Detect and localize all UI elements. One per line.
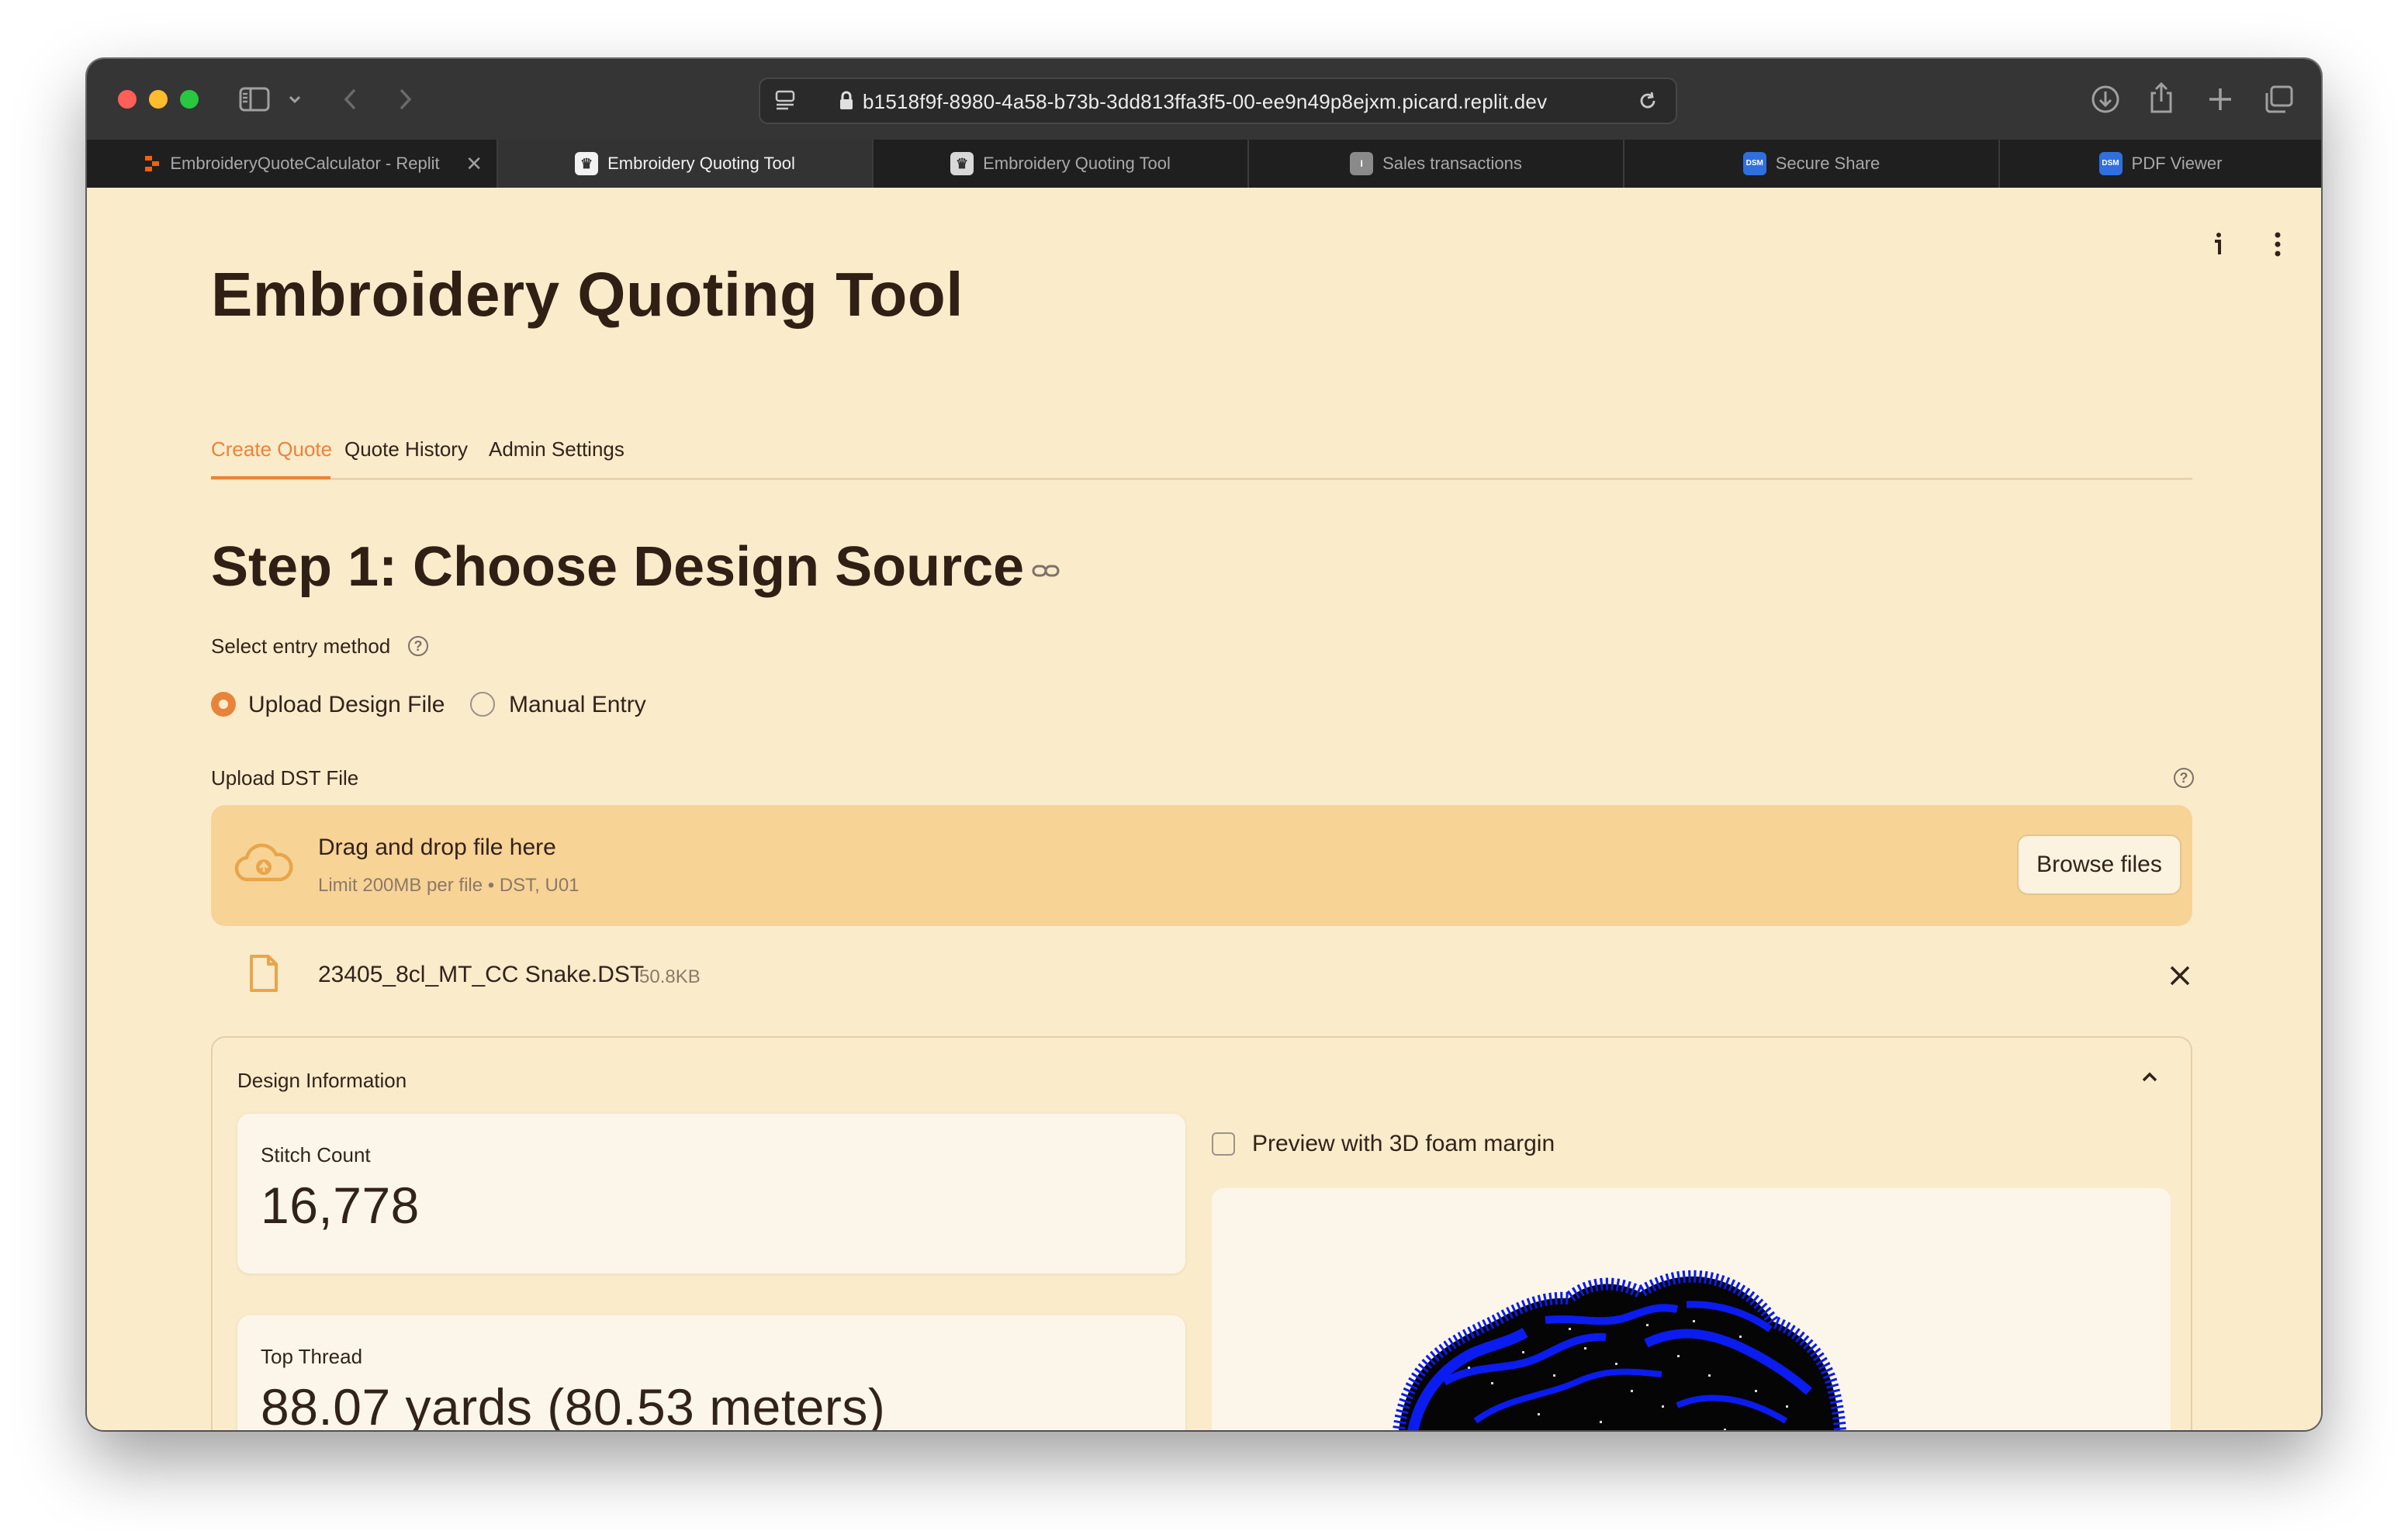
tab-admin-settings[interactable]: Admin Settings: [489, 437, 624, 461]
info-icon[interactable]: [2211, 231, 2226, 259]
top-thread-label: Top Thread: [261, 1345, 363, 1368]
radio-upload-design[interactable]: [211, 692, 236, 717]
tab-embroidery-active[interactable]: ♛ Embroidery Quoting Tool: [498, 140, 874, 188]
entry-method-label: Select entry method: [211, 634, 391, 658]
minimize-window-button[interactable]: [149, 90, 168, 109]
streamlit-crown-icon: ♛: [950, 152, 974, 175]
tab-quote-history[interactable]: Quote History: [344, 437, 468, 461]
tab-label: Sales transactions: [1382, 154, 1522, 173]
browser-toolbar: b1518f9f-8980-4a58-b73b-3dd813ffa3f5-00-…: [87, 59, 2321, 140]
tab-embroidery[interactable]: ♛ Embroidery Quoting Tool: [874, 140, 1249, 188]
dsm-icon: DSM: [2098, 152, 2123, 175]
stitch-count-card: Stitch Count 16,778: [237, 1114, 1185, 1274]
help-icon[interactable]: ?: [408, 636, 428, 656]
tab-label: EmbroideryQuoteCalculator - Replit: [170, 154, 440, 173]
app-page: Embroidery Quoting Tool Create Quote Quo…: [87, 188, 2321, 1430]
active-tab-indicator: [211, 476, 330, 479]
tab-secure-share[interactable]: DSM Secure Share: [1624, 140, 2000, 188]
zoom-window-button[interactable]: [180, 90, 199, 109]
address-url[interactable]: b1518f9f-8980-4a58-b73b-3dd813ffa3f5-00-…: [863, 90, 1547, 114]
chevron-up-icon[interactable]: [2138, 1066, 2161, 1089]
close-window-button[interactable]: [118, 90, 137, 109]
drop-title: Drag and drop file here: [318, 835, 556, 860]
file-icon: [250, 955, 278, 992]
back-icon[interactable]: [341, 87, 360, 112]
foam-preview-checkbox[interactable]: [1212, 1132, 1235, 1156]
page-title: Embroidery Quoting Tool: [211, 260, 964, 329]
tab-label: Embroidery Quoting Tool: [983, 154, 1171, 173]
streamlit-crown-icon: ♛: [575, 152, 599, 175]
radio-manual-label[interactable]: Manual Entry: [509, 692, 646, 718]
step1-heading: Step 1: Choose Design Source: [211, 536, 1025, 598]
new-tab-icon[interactable]: [2206, 85, 2234, 113]
tab-sales[interactable]: I Sales transactions: [1249, 140, 1624, 188]
replit-icon: [145, 156, 160, 171]
anchor-link-icon[interactable]: [1032, 562, 1060, 580]
remove-file-icon[interactable]: [2168, 963, 2192, 988]
doc-icon: I: [1350, 152, 1374, 175]
forward-icon[interactable]: [396, 87, 414, 112]
tab-create-quote[interactable]: Create Quote: [211, 437, 332, 461]
stitch-count-label: Stitch Count: [261, 1143, 371, 1166]
browser-window: b1518f9f-8980-4a58-b73b-3dd813ffa3f5-00-…: [87, 59, 2321, 1430]
tab-label: Embroidery Quoting Tool: [607, 154, 795, 173]
page-menu-icon[interactable]: [774, 90, 796, 110]
radio-upload-label[interactable]: Upload Design File: [248, 692, 445, 718]
download-icon[interactable]: [2090, 84, 2121, 115]
cloud-upload-icon: [234, 843, 293, 882]
tab-replit[interactable]: EmbroideryQuoteCalculator - Replit ✕: [87, 140, 498, 188]
design-preview: [1212, 1188, 2171, 1430]
lock-icon: [840, 91, 853, 109]
close-tab-icon[interactable]: ✕: [465, 152, 483, 176]
uploaded-file-name: 23405_8cl_MT_CC Snake.DST: [318, 962, 645, 987]
embroidery-design-image: [1393, 1270, 1846, 1430]
chevron-down-icon[interactable]: [287, 93, 303, 105]
design-info-title[interactable]: Design Information: [237, 1069, 407, 1093]
browse-files-button[interactable]: Browse files: [2017, 835, 2181, 895]
foam-preview-label[interactable]: Preview with 3D foam margin: [1252, 1131, 1555, 1157]
more-options-icon[interactable]: [2271, 231, 2284, 257]
top-thread-card: Top Thread 88.07 yards (80.53 meters): [237, 1315, 1185, 1430]
drop-limit: Limit 200MB per file • DST, U01: [318, 875, 580, 896]
tab-pdf-viewer[interactable]: DSM PDF Viewer: [2000, 140, 2321, 188]
tab-label: PDF Viewer: [2131, 154, 2223, 173]
tab-overview-icon[interactable]: [2264, 84, 2295, 115]
tabs-divider: [211, 478, 2192, 480]
tab-label: Secure Share: [1775, 154, 1880, 173]
tab-strip: EmbroideryQuoteCalculator - Replit ✕ ♛ E…: [87, 140, 2321, 188]
help-icon[interactable]: ?: [2174, 768, 2194, 788]
dsm-icon: DSM: [1742, 152, 1766, 175]
reload-icon[interactable]: [1637, 90, 1659, 112]
radio-manual-entry[interactable]: [470, 692, 495, 717]
share-icon[interactable]: [2147, 81, 2175, 115]
address-bar[interactable]: b1518f9f-8980-4a58-b73b-3dd813ffa3f5-00-…: [759, 78, 1677, 124]
sidebar-toggle-icon[interactable]: [239, 87, 270, 112]
uploaded-file-size: 50.8KB: [639, 966, 701, 987]
file-dropzone[interactable]: Drag and drop file here Limit 200MB per …: [211, 805, 2192, 926]
stitch-count-value: 16,778: [261, 1177, 420, 1234]
upload-label: Upload DST File: [211, 766, 359, 790]
top-thread-value: 88.07 yards (80.53 meters): [261, 1378, 886, 1430]
